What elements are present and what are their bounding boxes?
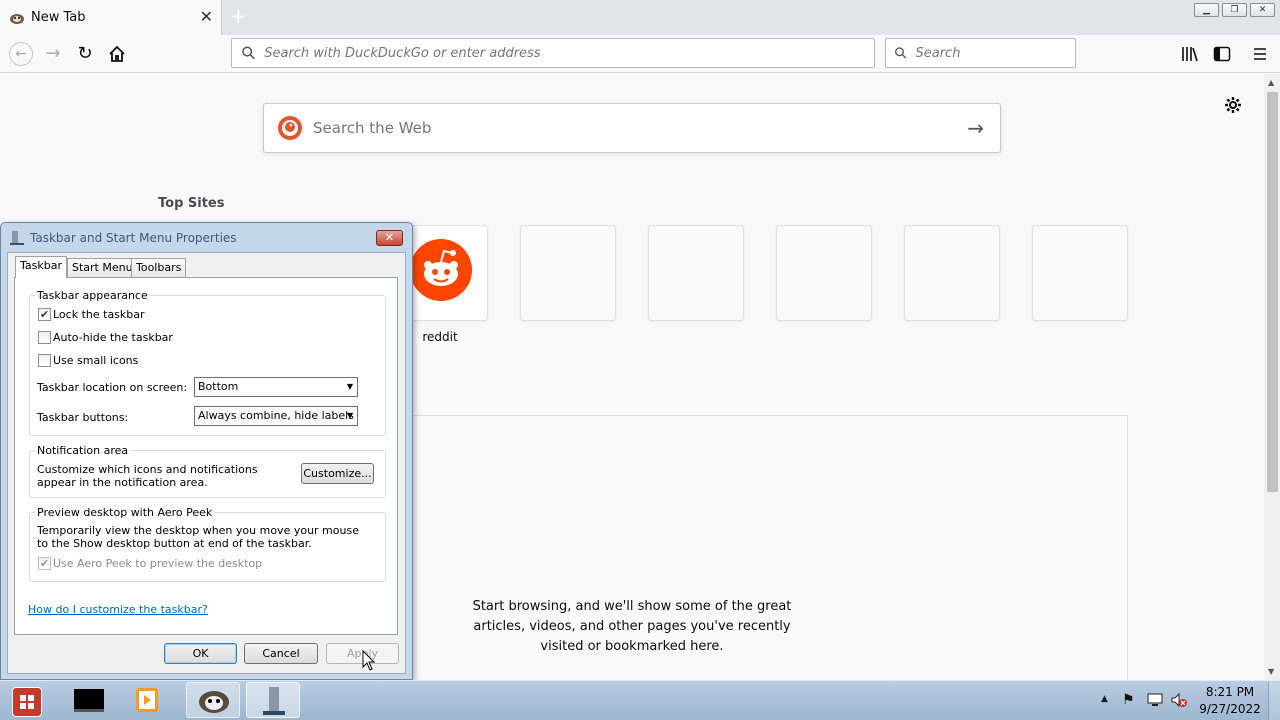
mouse-cursor-icon	[362, 649, 376, 672]
web-search-box[interactable]: →	[263, 103, 1001, 153]
search-bar[interactable]	[885, 38, 1076, 68]
network-icon[interactable]	[1146, 692, 1164, 708]
search-submit-arrow-icon[interactable]: →	[967, 116, 984, 140]
autohide-taskbar-checkbox[interactable]	[38, 331, 51, 344]
tab-taskbar[interactable]: Taskbar	[15, 256, 67, 278]
top-site-tile-empty[interactable]	[648, 225, 744, 321]
tab-toolbars[interactable]: Toolbars	[131, 258, 187, 277]
browser-icon	[199, 691, 229, 713]
select-value: Bottom	[198, 380, 239, 393]
dropdown-arrow-icon: ▼	[346, 411, 353, 420]
checkbox-label: Use Aero Peek to preview the desktop	[53, 557, 263, 570]
taskbar-buttons-select[interactable]: Always combine, hide labels ▼	[194, 406, 358, 426]
highlights-empty-message: Start browsing, and we'll show some of t…	[472, 599, 792, 654]
restore-button[interactable]: ❐	[1222, 3, 1247, 17]
taskbar-properties-button[interactable]	[246, 682, 300, 718]
back-icon[interactable]: ←	[9, 42, 33, 66]
checkbox-label: Lock the taskbar	[53, 308, 145, 321]
select-value: Always combine, hide labels	[198, 409, 354, 422]
taskbar-media-player-button[interactable]	[120, 682, 174, 718]
group-label: Taskbar appearance	[35, 289, 150, 302]
group-label: Notification area	[35, 444, 131, 457]
notification-description: Customize which icons and notifications …	[37, 463, 258, 489]
location-label: Taskbar location on screen:	[37, 381, 188, 394]
minimize-button[interactable]: ▁	[1194, 3, 1219, 17]
tab-close-icon[interactable]: ✕	[200, 9, 213, 25]
terminal-icon	[74, 689, 104, 712]
media-player-icon	[136, 688, 158, 712]
aero-peek-description: Temporarily view the desktop when you mo…	[37, 524, 359, 550]
lock-taskbar-checkbox[interactable]: ✔	[38, 308, 51, 321]
search-icon	[895, 47, 907, 59]
cancel-button[interactable]: Cancel	[244, 643, 318, 664]
top-site-tile-empty[interactable]	[1032, 225, 1128, 321]
aero-peek-checkbox[interactable]: ✔	[38, 557, 51, 570]
new-tab-icon[interactable]: +	[230, 6, 247, 26]
show-desktop-button[interactable]	[1268, 682, 1280, 720]
taskbar-properties-icon	[263, 687, 285, 715]
scroll-up-icon[interactable]: ▲	[1268, 78, 1274, 87]
top-site-tile-empty[interactable]	[776, 225, 872, 321]
search-input[interactable]	[915, 45, 1075, 61]
dialog-close-button[interactable]: ✕	[376, 230, 403, 246]
checkbox-label: Use small icons	[53, 354, 139, 367]
forward-icon[interactable]: →	[42, 43, 64, 65]
tab-start-menu[interactable]: Start Menu	[67, 258, 138, 277]
dialog-title: Taskbar and Start Menu Properties	[30, 231, 237, 245]
address-bar[interactable]	[231, 38, 875, 68]
scrollbar-thumb[interactable]	[1267, 92, 1278, 492]
dialog-app-icon	[9, 230, 25, 246]
top-sites-title: Top Sites	[158, 196, 225, 211]
library-icon[interactable]	[1180, 44, 1200, 64]
web-search-input[interactable]	[313, 119, 933, 137]
taskbar-location-select[interactable]: Bottom ▼	[194, 377, 358, 397]
sidebar-icon[interactable]	[1212, 44, 1232, 64]
volume-muted-icon[interactable]	[1170, 692, 1188, 708]
reddit-logo-icon	[410, 239, 472, 301]
top-site-tile-empty[interactable]	[520, 225, 616, 321]
browser-favicon-icon	[10, 13, 24, 24]
address-input[interactable]	[264, 45, 874, 61]
tab-title: New Tab	[31, 10, 86, 25]
action-center-flag-icon[interactable]: ⚑	[1122, 692, 1135, 708]
help-link[interactable]: How do I customize the taskbar?	[28, 603, 208, 616]
group-label: Preview desktop with Aero Peek	[35, 506, 215, 519]
clock-time[interactable]: 8:21 PM	[1190, 685, 1270, 699]
taskbar-terminal-button[interactable]	[62, 682, 116, 718]
tab-new-tab[interactable]: New Tab ✕	[0, 0, 222, 35]
start-button[interactable]	[12, 687, 42, 717]
settings-gear-icon[interactable]	[1224, 96, 1242, 114]
windows-logo-icon	[20, 695, 34, 709]
window-close-button[interactable]: ✕	[1250, 3, 1275, 17]
duckduckgo-icon	[278, 116, 302, 140]
top-site-tile-empty[interactable]	[904, 225, 1000, 321]
show-hidden-icons-icon[interactable]: ▲	[1101, 694, 1108, 704]
checkbox-label: Auto-hide the taskbar	[53, 331, 173, 344]
buttons-label: Taskbar buttons:	[37, 411, 129, 424]
home-icon[interactable]	[106, 43, 128, 65]
dropdown-arrow-icon: ▼	[346, 382, 353, 391]
menu-icon[interactable]	[1250, 44, 1270, 64]
reload-icon[interactable]: ↻	[74, 43, 96, 65]
search-icon	[242, 46, 255, 60]
customize-button[interactable]: Customize...	[301, 463, 374, 484]
scroll-down-icon[interactable]: ▼	[1268, 667, 1274, 676]
clock-date[interactable]: 9/27/2022	[1190, 702, 1270, 716]
ok-button[interactable]: OK	[164, 643, 237, 664]
small-icons-checkbox[interactable]	[38, 354, 51, 367]
taskbar-browser-button[interactable]	[186, 682, 240, 718]
